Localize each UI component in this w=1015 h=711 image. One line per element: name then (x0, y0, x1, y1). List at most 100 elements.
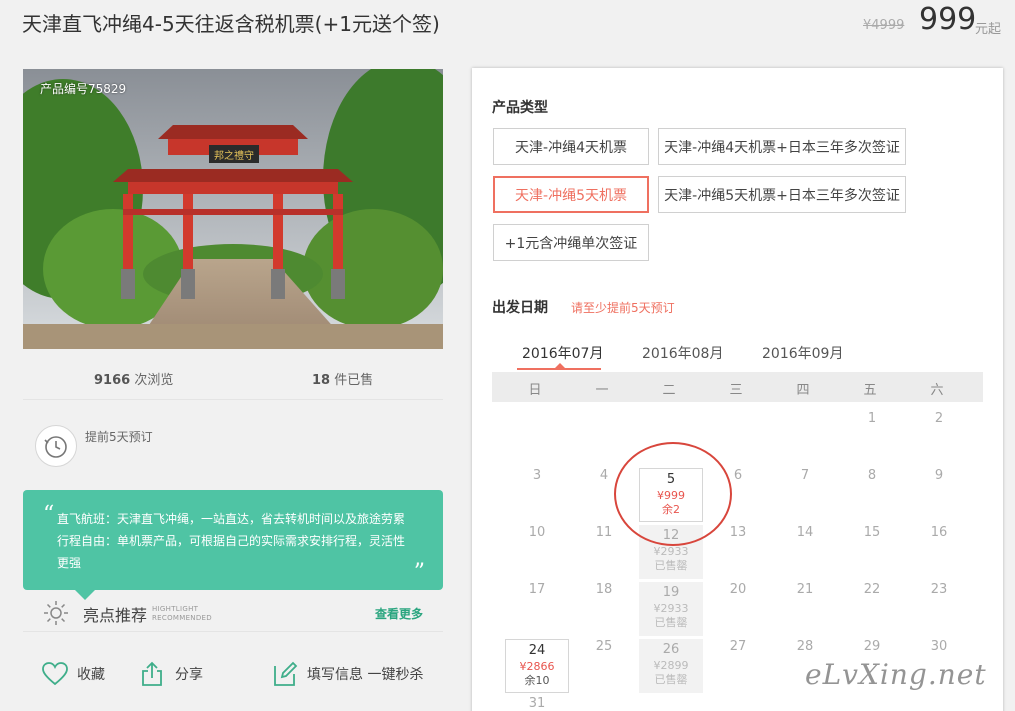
calendar-day-soldout: 26 ¥2899 已售罄 (639, 639, 703, 693)
option-4day[interactable]: 天津-冲绳4天机票 (493, 128, 649, 165)
day-number: 22 (863, 582, 881, 597)
view-more-link[interactable]: 查看更多 (375, 605, 423, 622)
sold-label: 件已售 (330, 373, 374, 388)
calendar-day: 17 (505, 579, 569, 633)
weekday-sun: 日 (528, 383, 542, 398)
original-price: ¥4999 (863, 18, 905, 33)
advance-note: 请至少提前5天预订 (571, 301, 675, 315)
calendar-day-soldout: 19 ¥2933 已售罄 (639, 582, 703, 636)
day-remaining: 已售罄 (654, 616, 688, 629)
day-number: 24 (528, 643, 546, 658)
day-price: ¥2933 (653, 602, 689, 615)
day-number: 11 (595, 525, 613, 540)
sold-stat: 18 件已售 (312, 369, 373, 388)
calendar-day: 13 (706, 522, 770, 576)
calendar-day: 10 (505, 522, 569, 576)
calendar-day: 22 (840, 579, 904, 633)
day-number: 23 (930, 582, 948, 597)
day-price: ¥2933 (653, 545, 689, 558)
share-label: 分享 (175, 667, 203, 683)
heart-icon (42, 662, 68, 686)
calendar-day-available[interactable]: 24 ¥2866 余10 (505, 639, 569, 693)
calendar-day: 11 (572, 522, 636, 576)
day-number: 20 (729, 582, 747, 597)
day-price: ¥2866 (519, 660, 555, 673)
day-number: 3 (532, 468, 542, 483)
day-number: 18 (595, 582, 613, 597)
views-stat: 9166 次浏览 (94, 369, 173, 388)
favorite-button[interactable]: 收藏 (41, 660, 105, 688)
share-icon (142, 661, 162, 686)
tab-month-july[interactable]: 2016年07月 (522, 343, 603, 363)
day-number: 30 (930, 639, 948, 654)
option-single-visa[interactable]: +1元含冲绳单次签证 (493, 224, 649, 261)
day-number: 25 (595, 639, 613, 654)
annotation-circle (614, 442, 732, 546)
current-price: 999 (919, 2, 977, 37)
close-quote-icon: ” (413, 560, 425, 585)
calendar-day: 21 (773, 579, 837, 633)
favorite-label: 收藏 (77, 667, 105, 683)
day-remaining: 余10 (524, 674, 550, 687)
weekday-thu: 四 (796, 383, 810, 398)
calendar-day: 7 (773, 465, 837, 519)
open-quote-icon: “ (43, 502, 55, 527)
calendar-day: 2 (907, 408, 971, 462)
svg-text:邦之禮守: 邦之禮守 (214, 149, 254, 162)
highlight-en-line-2: RECOMMENDED (152, 614, 212, 622)
day-number: 15 (863, 525, 881, 540)
day-remaining: 已售罄 (654, 673, 688, 686)
day-number: 31 (528, 696, 546, 711)
calendar-day: 14 (773, 522, 837, 576)
intro-line-3: 更强 (57, 556, 82, 570)
option-4day-visa[interactable]: 天津-冲绳4天机票+日本三年多次签证 (658, 128, 906, 165)
weekday-sat: 六 (930, 383, 944, 398)
tab-month-september[interactable]: 2016年09月 (762, 343, 843, 363)
tab-month-august[interactable]: 2016年08月 (642, 343, 723, 363)
option-5day[interactable]: 天津-冲绳5天机票 (493, 176, 649, 213)
day-number: 14 (796, 525, 814, 540)
calendar-day: 25 (572, 636, 636, 690)
clock-icon (35, 425, 77, 467)
quick-buy-button[interactable]: 填写信息 一键秒杀 (271, 660, 423, 688)
weekday-mon: 一 (595, 383, 609, 398)
month-tabs: 2016年07月 2016年08月 2016年09月 (492, 343, 982, 373)
price-unit: 元起 (975, 22, 1002, 37)
day-number: 2 (934, 411, 944, 426)
views-count: 9166 (94, 373, 131, 388)
weekday-wed: 三 (729, 383, 743, 398)
product-type-title: 产品类型 (492, 100, 548, 116)
weekday-tue: 二 (662, 383, 676, 398)
views-label: 次浏览 (130, 373, 174, 388)
option-5day-visa[interactable]: 天津-冲绳5天机票+日本三年多次签证 (658, 176, 906, 213)
day-number: 28 (796, 639, 814, 654)
shureimon-gate-illustration: 邦之禮守 (23, 69, 443, 349)
share-button[interactable]: 分享 (139, 660, 203, 688)
day-remaining: 已售罄 (654, 559, 688, 572)
calendar-day: 20 (706, 579, 770, 633)
highlight-en-line-1: HIGHTLIGHT (152, 605, 199, 613)
day-number: 9 (934, 468, 944, 483)
calendar-day: 31 (505, 693, 569, 711)
product-image[interactable]: 邦之禮守 产品编号75829 (23, 69, 443, 349)
advance-booking: 提前5天预订 (35, 425, 153, 467)
highlight-header: 亮点推荐 HIGHTLIGHT RECOMMENDED 查看更多 (23, 596, 443, 632)
day-number: 16 (930, 525, 948, 540)
weekday-fri: 五 (863, 383, 877, 398)
product-code: 产品编号75829 (40, 82, 127, 96)
departure-date-title: 出发日期 (492, 300, 548, 316)
day-number: 19 (662, 585, 680, 600)
calendar-day: 27 (706, 636, 770, 690)
calendar-day: 16 (907, 522, 971, 576)
product-title: 天津直飞冲绳4-5天往返含税机票(+1元送个签) (22, 12, 440, 36)
quick-buy-label: 填写信息 一键秒杀 (307, 667, 424, 683)
calendar-day: 1 (840, 408, 904, 462)
calendar-day: 9 (907, 465, 971, 519)
day-number: 26 (662, 642, 680, 657)
day-number: 1 (867, 411, 877, 426)
day-number: 29 (863, 639, 881, 654)
day-number: 10 (528, 525, 546, 540)
weekday-header: 日 一 二 三 四 五 六 (492, 372, 983, 402)
sold-count: 18 (312, 373, 331, 388)
intro-line-1: 直飞航班：天津直飞冲绳，一站直达，省去转机时间以及旅途劳累 (57, 512, 406, 526)
